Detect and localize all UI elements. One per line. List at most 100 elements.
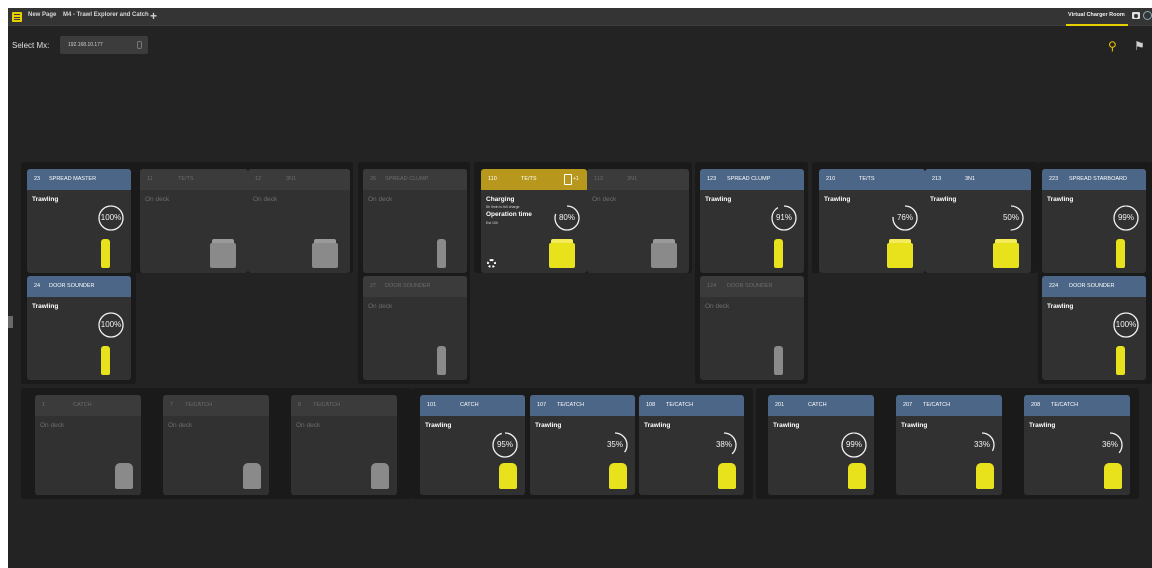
settings-icon[interactable] <box>1143 11 1152 20</box>
sensor-card-8[interactable]: 8 TE/CATCH On deck <box>291 395 397 495</box>
sensor-card-1[interactable]: 1 CATCH On deck <box>35 395 141 495</box>
sensor-status: Trawling <box>644 422 671 429</box>
sensor-body <box>101 239 110 268</box>
battery-gauge: 100% <box>1112 311 1140 339</box>
sensor-type: TE/TS <box>178 176 194 182</box>
pin-icon[interactable]: ⚑ <box>1134 40 1145 52</box>
sensor-type: TE/CATCH <box>1051 402 1079 408</box>
sensor-id: 23 <box>34 176 41 182</box>
settings-icon[interactable] <box>487 259 496 268</box>
sensor-card-201[interactable]: 201 CATCH Trawling 99% <box>768 395 874 495</box>
tab-trawl-explorer[interactable]: M4 - Trawl Explorer and Catch <box>63 12 149 18</box>
battery-gauge: 50% <box>997 204 1025 232</box>
sensor-body <box>848 463 866 489</box>
app-window: New Page M4 - Trawl Explorer and Catch +… <box>8 8 1152 568</box>
left-scroll-handle[interactable] <box>8 316 13 328</box>
sensor-card-208[interactable]: 208 TE/CATCH Trawling 36% <box>1024 395 1130 495</box>
sensor-status: Trawling <box>824 196 851 203</box>
sensor-id: 123 <box>707 176 717 182</box>
sensor-body <box>774 346 783 375</box>
battery-icon <box>564 174 572 185</box>
sensor-type: TE/TS <box>859 176 875 182</box>
battery-percent: 76% <box>896 213 913 222</box>
menu-icon[interactable] <box>12 12 22 22</box>
sensor-card-123[interactable]: 123 SPREAD CLUMP Trawling 91% <box>700 169 804 273</box>
battery-percent: 100% <box>100 320 122 329</box>
card-header: 223 SPREAD STARBOARD <box>1042 169 1146 190</box>
sensor-status: On deck <box>368 196 393 203</box>
sensor-card-113[interactable]: 113 3N1 On deck <box>587 169 689 273</box>
select-mx-label: Select Mx: <box>12 41 50 50</box>
add-tab-button[interactable]: + <box>150 9 157 23</box>
sensor-card-7[interactable]: 7 TE/CATCH On deck <box>163 395 269 495</box>
battery-count: +1 <box>573 176 579 182</box>
sensor-type: TE/CATCH <box>557 402 585 408</box>
sensor-card-24[interactable]: 24 DOOR SOUNDER Trawling 100% <box>27 276 131 380</box>
tab-new-page[interactable]: New Page <box>28 12 56 18</box>
sensor-id: 1 <box>42 402 46 408</box>
sensor-card-224[interactable]: 224 DOOR SOUNDER Trawling 100% <box>1042 276 1146 380</box>
sensor-body <box>1116 239 1125 268</box>
sensor-id: 24 <box>34 283 41 289</box>
camera-icon[interactable] <box>1132 12 1140 19</box>
sensor-body <box>437 239 446 268</box>
sensor-id: 223 <box>1049 176 1059 182</box>
sensor-id: 7 <box>170 402 174 408</box>
sensor-card-207[interactable]: 207 TE/CATCH Trawling 33% <box>896 395 1002 495</box>
sensor-card-110[interactable]: 110 TE/TS +1 Charging 5h 0min to full charge… <box>481 169 587 273</box>
sensor-card-12[interactable]: 12 3N1 On deck <box>248 169 350 273</box>
sensor-body <box>115 463 133 489</box>
sensor-id: 27 <box>370 283 377 289</box>
sensor-type: TE/CATCH <box>923 402 951 408</box>
sensor-status: On deck <box>705 303 730 310</box>
sensor-type: TE/TS <box>521 176 537 182</box>
sensor-id: 26 <box>370 176 377 182</box>
sensor-card-101[interactable]: 101 CATCH Trawling 95% <box>420 395 525 495</box>
battery-percent: 36% <box>1101 440 1118 449</box>
sensor-status: On deck <box>40 422 65 429</box>
sensor-type: 3N1 <box>627 176 638 182</box>
battery-gauge: 80% <box>553 204 581 232</box>
sensor-type: CATCH <box>460 402 479 408</box>
battery-percent: 33% <box>973 440 990 449</box>
tab-virtual-charger-room[interactable]: Virtual Charger Room <box>1066 8 1128 26</box>
sensor-status: Trawling <box>930 196 957 203</box>
card-header: 213 3N1 <box>925 169 1031 190</box>
sensor-id: 101 <box>427 402 437 408</box>
sensor-card-223[interactable]: 223 SPREAD STARBOARD Trawling 99% <box>1042 169 1146 273</box>
sensor-id: 110 <box>488 176 497 182</box>
sensor-card-11[interactable]: 11 TE/TS On deck <box>140 169 248 273</box>
card-header: 101 CATCH <box>420 395 525 416</box>
card-header: 8 TE/CATCH <box>291 395 397 416</box>
sensor-status: On deck <box>592 196 617 203</box>
sensor-id: 113 <box>594 176 603 182</box>
sensor-body <box>371 463 389 489</box>
sensor-body <box>993 243 1019 268</box>
sensor-card-108[interactable]: 108 TE/CATCH Trawling 38% <box>639 395 744 495</box>
sensor-card-210[interactable]: 210 TE/TS Trawling 76% <box>819 169 925 273</box>
battery-percent: 91% <box>775 213 792 222</box>
sensor-card-23[interactable]: 23 SPREAD MASTER Trawling 100% <box>27 169 131 273</box>
sensor-type: DOOR SOUNDER <box>385 283 431 289</box>
battery-percent: 95% <box>496 440 513 449</box>
sensor-card-26[interactable]: 26 SPREAD CLUMP On deck <box>363 169 467 273</box>
sensor-card-213[interactable]: 213 3N1 Trawling 50% <box>925 169 1031 273</box>
sensor-status: On deck <box>253 196 278 203</box>
sensor-type: TE/CATCH <box>185 402 213 408</box>
battery-percent: 38% <box>715 440 732 449</box>
tab-virtual-charger-room-label: Virtual Charger Room <box>1068 12 1125 18</box>
sensor-body <box>651 243 677 268</box>
sensor-id: 210 <box>826 176 836 182</box>
sensor-body <box>312 243 338 268</box>
sensor-id: 108 <box>646 402 656 408</box>
sensor-card-124[interactable]: 124 DOOR SOUNDER On deck <box>700 276 804 380</box>
sensor-card-107[interactable]: 107 TE/CATCH Trawling 35% <box>530 395 635 495</box>
mx-select[interactable]: 192.168.10.177 <box>60 36 148 54</box>
sensor-body <box>976 463 994 489</box>
wrench-icon[interactable]: ⚲ <box>1108 40 1117 52</box>
battery-percent: 80% <box>558 213 575 222</box>
sensor-type: CATCH <box>808 402 827 408</box>
battery-gauge: 38% <box>710 431 738 459</box>
sensor-card-27[interactable]: 27 DOOR SOUNDER On deck <box>363 276 467 380</box>
battery-gauge: 33% <box>968 431 996 459</box>
